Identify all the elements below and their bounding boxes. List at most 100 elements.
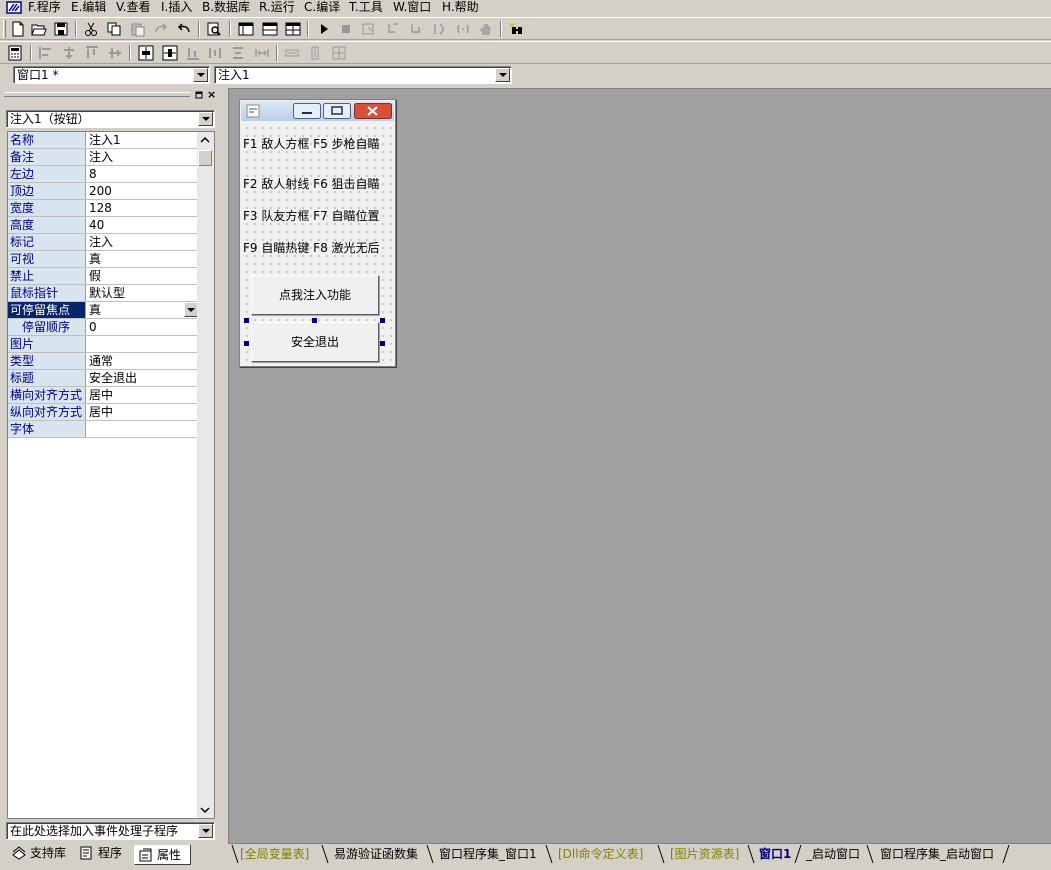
toolbar-grip[interactable] [3,20,6,38]
distribute-v-icon[interactable] [228,44,248,62]
menu-edit[interactable]: E.编辑 [71,0,106,16]
step-icon[interactable] [359,20,379,38]
property-row-selected[interactable]: 可停留焦点真 [8,302,198,319]
tab-properties[interactable]: 属性 [134,845,191,865]
menu-tools[interactable]: T.工具 [349,0,383,16]
scroll-down-icon[interactable] [199,805,211,815]
hotkey-label-2[interactable]: F2 敌人射线 F6 狙击自瞄 [243,176,380,192]
step-over-icon[interactable] [430,20,450,38]
center-horizontal-icon[interactable] [136,44,156,62]
property-row[interactable]: 鼠标指针 默认型 [8,285,198,302]
menu-run[interactable]: R.运行 [259,0,295,16]
property-value[interactable]: 居中 [87,387,198,403]
property-row[interactable]: 备注 注入 [8,149,198,166]
copy-icon[interactable] [104,20,124,38]
align-hcenter-icon[interactable] [59,44,79,62]
menu-window[interactable]: W.窗口 [393,0,431,16]
close-icon[interactable] [354,103,392,119]
hotkey-label-1[interactable]: F1 敌人方框 F5 步枪自瞄 [243,136,380,152]
property-value[interactable]: 安全退出 [87,370,198,386]
property-value[interactable]: 8 [87,166,198,182]
layout-split-icon[interactable] [283,20,303,38]
tab-image-resources[interactable]: [图片资源表] [670,845,739,864]
menu-compile[interactable]: C.编译 [304,0,340,16]
resize-handle[interactable] [244,318,249,323]
property-value[interactable]: 居中 [87,404,198,420]
calculator-icon[interactable] [5,44,25,62]
property-row[interactable]: 纵向对齐方式 居中 [8,404,198,421]
property-value[interactable]: 128 [87,200,198,216]
align-vcenter-icon[interactable] [105,44,125,62]
menu-insert[interactable]: I.插入 [161,0,192,16]
find-icon[interactable] [204,20,224,38]
paste-icon[interactable] [128,20,148,38]
property-value[interactable]: 真 [87,302,198,318]
safe-exit-button[interactable]: 安全退出 [251,322,379,362]
property-value[interactable]: 0 [87,319,198,335]
chevron-down-icon[interactable] [198,112,213,126]
form-title-bar[interactable] [241,101,394,121]
property-row[interactable]: 类型 通常 [8,353,198,370]
distribute-h-icon[interactable] [205,44,225,62]
property-row[interactable]: 禁止假 [8,268,198,285]
redo-icon[interactable] [151,20,171,38]
same-size-icon[interactable] [305,44,325,62]
layout-window-icon[interactable] [236,20,256,38]
resize-handle[interactable] [312,318,317,323]
center-vertical-icon[interactable] [160,44,180,62]
property-value[interactable] [87,336,198,352]
tab-dll-commands[interactable]: [Dll命令定义表] [558,845,643,864]
property-value[interactable]: 注入1 [87,132,198,148]
resize-handle[interactable] [380,318,385,323]
component-selector[interactable]: 注入1 [214,66,512,84]
menu-help[interactable]: H.帮助 [442,0,479,16]
menu-view[interactable]: V.查看 [116,0,150,16]
same-height-icon[interactable] [282,44,302,62]
hotkey-label-4[interactable]: F9 自瞄热键 F8 激光无后 [243,240,380,256]
inject-button[interactable]: 点我注入功能 [251,275,379,315]
tab-startup-program-set[interactable]: 窗口程序集_启动窗口 [880,845,994,864]
property-value[interactable]: 真 [87,251,198,267]
same-width-icon[interactable] [252,44,272,62]
property-scrollbar[interactable] [197,132,214,818]
cut-icon[interactable] [81,20,101,38]
layout-table-icon[interactable] [260,20,280,38]
undo-icon[interactable] [174,20,194,38]
stop-icon[interactable] [336,20,356,38]
event-selector[interactable]: 在此处选择加入事件处理子程序 [6,822,215,840]
new-file-icon[interactable] [8,20,28,38]
open-folder-icon[interactable] [29,20,49,38]
hand-icon[interactable] [476,20,496,38]
breakpoint-icon[interactable] [453,20,473,38]
designed-form-window[interactable]: F1 敌人方框 F5 步枪自瞄 F2 敌人射线 F6 狙击自瞄 F3 队友方框 … [239,99,396,367]
property-value[interactable]: 注入 [87,149,198,165]
close-icon[interactable]: × [207,89,216,100]
window-selector[interactable]: 窗口1 * [13,66,210,84]
run-icon[interactable] [314,20,334,38]
resize-handle[interactable] [380,341,385,346]
property-value[interactable]: 注入 [87,234,198,250]
property-row[interactable]: 标题 安全退出 [8,370,198,387]
resize-handle[interactable] [244,341,249,346]
panel-drag-handle[interactable] [4,92,190,97]
maximize-icon[interactable] [323,103,351,119]
property-row[interactable]: 横向对齐方式 居中 [8,387,198,404]
property-value[interactable]: 默认型 [87,285,198,301]
property-row[interactable]: 字体 [8,421,198,438]
chevron-down-icon[interactable] [184,302,198,317]
step-into-icon[interactable] [383,20,403,38]
menu-program[interactable]: F.程序 [28,0,61,16]
property-value[interactable]: 通常 [87,353,198,369]
form-client-area[interactable]: F1 敌人方框 F5 步枪自瞄 F2 敌人射线 F6 狙击自瞄 F3 队友方框 … [241,122,394,366]
align-top-icon[interactable] [82,44,102,62]
scroll-thumb[interactable] [198,150,212,166]
scroll-up-icon[interactable] [199,135,211,145]
restore-icon[interactable] [194,91,204,100]
tab-support-library[interactable]: 支持库 [8,843,69,863]
tab-global-variables[interactable]: [全局变量表] [240,845,309,864]
property-value[interactable]: 40 [87,217,198,233]
center-all-icon[interactable] [329,44,349,62]
tab-window1[interactable]: 窗口1 [759,845,791,864]
property-row[interactable]: 标记 注入 [8,234,198,251]
step-out-icon[interactable] [406,20,426,38]
